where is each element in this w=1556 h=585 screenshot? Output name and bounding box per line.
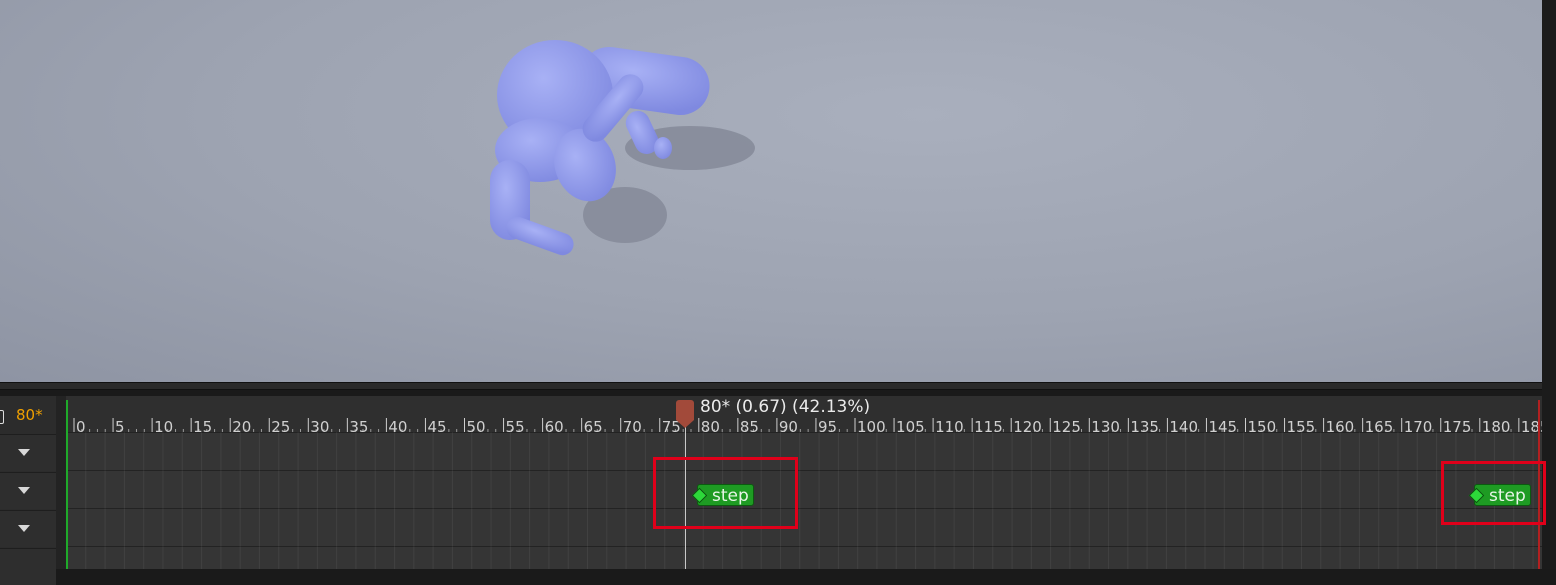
track-header-2[interactable] [0, 472, 56, 509]
ruler-label: 60 [545, 418, 564, 432]
ruler-label: 150 [1248, 418, 1277, 432]
ruler-label: 105 [896, 418, 925, 432]
panel-splitter[interactable] [0, 382, 1542, 390]
track-header-1[interactable] [0, 434, 56, 471]
ruler-label: 30 [310, 418, 329, 432]
ruler-label: 10 [154, 418, 173, 432]
ruler-label: 40 [388, 418, 407, 432]
ruler-label: 5 [115, 418, 125, 432]
ruler-label: 20 [232, 418, 251, 432]
ruler-label: 145 [1208, 418, 1237, 432]
animation-viewport[interactable] [0, 0, 1542, 382]
current-frame-display: 80* [0, 400, 56, 430]
highlight-box [653, 457, 798, 529]
ruler-label: 115 [974, 418, 1003, 432]
ruler-label: 25 [271, 418, 290, 432]
ruler-label: 70 [623, 418, 642, 432]
ruler-label: 55 [506, 418, 525, 432]
current-frame-value: 80* [16, 406, 43, 424]
ruler-label: 90 [779, 418, 798, 432]
ruler-label: 180 [1482, 418, 1511, 432]
track-header-3[interactable] [0, 510, 56, 547]
ruler-label: 45 [427, 418, 446, 432]
track-headers: 80* [0, 396, 56, 585]
ruler-label: 165 [1365, 418, 1394, 432]
ruler-label: 65 [584, 418, 603, 432]
ruler-label: 95 [818, 418, 837, 432]
ruler-label: 100 [857, 418, 886, 432]
ruler-label: 85 [740, 418, 759, 432]
playhead-readout: 80* (0.67) (42.13%) [700, 397, 871, 417]
start-marker [66, 400, 68, 569]
ruler-label: 0 [76, 418, 86, 432]
ruler-label: 175 [1443, 418, 1472, 432]
chevron-down-icon[interactable] [18, 525, 30, 532]
ruler-label: 80 [701, 418, 720, 432]
highlight-box [1441, 461, 1546, 525]
track-header-4[interactable] [0, 548, 56, 585]
ruler-label: 110 [935, 418, 964, 432]
ruler-label: 155 [1287, 418, 1316, 432]
ruler-label: 170 [1404, 418, 1433, 432]
chevron-down-icon[interactable] [18, 449, 30, 456]
notify-timeline[interactable]: 80* 0 5 10 15 20 25 30 35 40 45 50 55 60 65 70 75 80 85 90… [0, 396, 1546, 585]
ruler-label: 135 [1130, 418, 1159, 432]
header-gap [56, 396, 66, 569]
ruler-label: 15 [193, 418, 212, 432]
ruler-label: 160 [1326, 418, 1355, 432]
chevron-down-icon[interactable] [18, 487, 30, 494]
ruler-label: 35 [349, 418, 368, 432]
ruler-label: 130 [1091, 418, 1120, 432]
ruler-label: 140 [1169, 418, 1198, 432]
notify-tracks-area[interactable] [66, 432, 1542, 569]
frame-icon [0, 410, 4, 424]
ruler-label: 125 [1052, 418, 1081, 432]
ruler-label: 120 [1013, 418, 1042, 432]
ruler-label: 50 [467, 418, 486, 432]
mannequin-character [490, 40, 755, 256]
playhead-scrubber[interactable] [676, 400, 694, 428]
